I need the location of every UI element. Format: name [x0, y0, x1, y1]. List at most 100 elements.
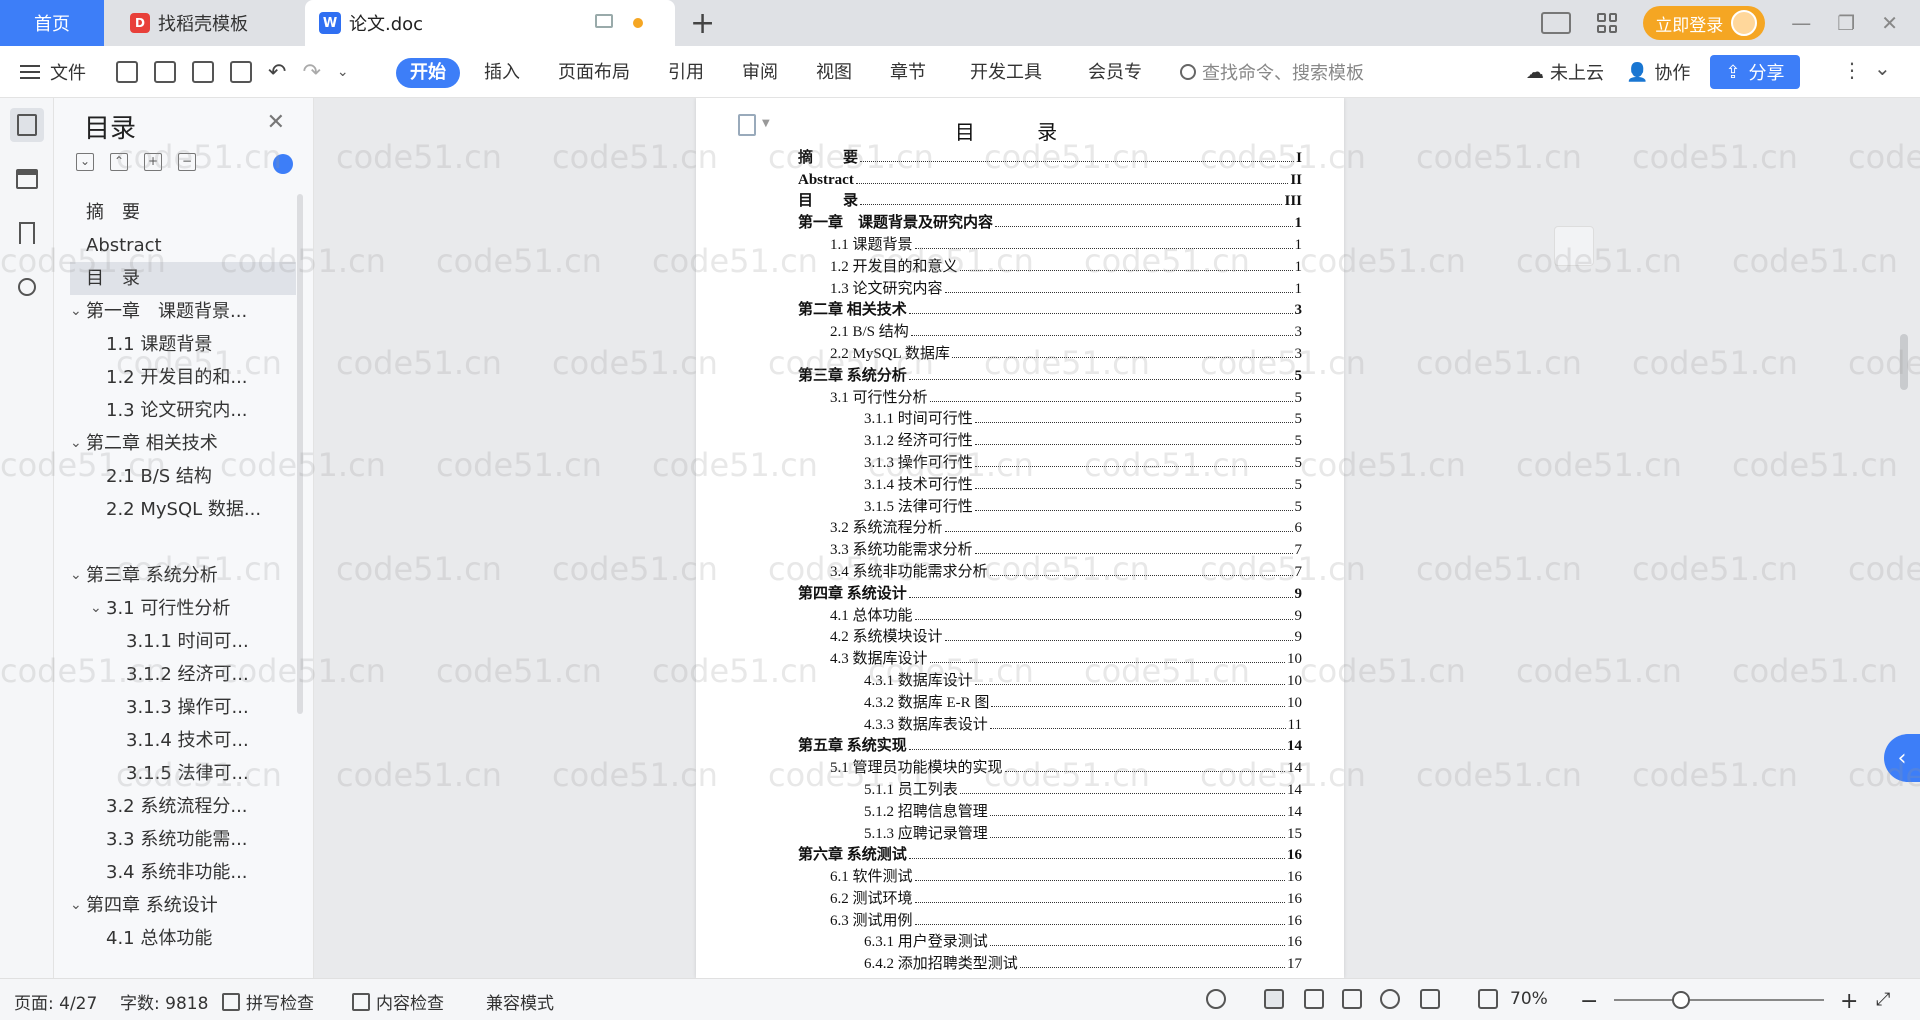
tab-template-store[interactable]: D 找稻壳模板: [110, 0, 300, 46]
nav-rail-button[interactable]: [10, 162, 44, 196]
doc-toc-entry[interactable]: 3.1.1 时间可行性 5: [798, 407, 1302, 429]
zoom-slider[interactable]: [1614, 999, 1824, 1001]
doc-toc-entry[interactable]: 摘 要I: [798, 145, 1302, 167]
toc-item[interactable]: 1.3 论文研究内...: [70, 394, 296, 427]
toc-item[interactable]: 摘 要: [70, 196, 296, 229]
command-search[interactable]: 查找命令、搜索模板: [1180, 58, 1364, 86]
toc-item[interactable]: ⌄ 第二章 相关技术: [70, 427, 296, 460]
doc-toc-entry[interactable]: 6.4.2 添加招聘类型测试 17: [798, 951, 1302, 973]
doc-toc-entry[interactable]: 4.3.2 数据库 E-R 图 10: [798, 690, 1302, 712]
doc-toc-entry[interactable]: 第五章 系统实现 14: [798, 734, 1302, 756]
restore-icon[interactable]: ❐: [1837, 11, 1855, 35]
more-chevron-icon[interactable]: ⌄: [337, 64, 349, 80]
doc-toc-entry[interactable]: 2.2 MySQL 数据库 3: [798, 341, 1302, 363]
toc-item[interactable]: 1.1 课题背景: [70, 328, 296, 361]
doc-toc-entry[interactable]: 5.1.1 员工列表 14: [798, 777, 1302, 799]
close-icon[interactable]: ✕: [1881, 11, 1898, 35]
tab-insert[interactable]: 插入: [484, 58, 520, 88]
export-pdf-icon[interactable]: [154, 61, 176, 83]
doc-toc-entry[interactable]: 第三章 系统分析 5: [798, 363, 1302, 385]
doc-toc-entry[interactable]: 6.3.1 用户登录测试 16: [798, 930, 1302, 952]
page-indicator[interactable]: 页面: 4/27: [14, 989, 97, 1014]
doc-toc-entry[interactable]: 2.1 B/S 结构 3: [798, 319, 1302, 341]
doc-toc-entry[interactable]: 3.1.5 法律可行性 5: [798, 494, 1302, 516]
toc-item[interactable]: ⌄ 第一章 课题背景...: [70, 295, 296, 328]
zoom-slider-knob[interactable]: [1672, 991, 1690, 1009]
chevron-down-icon[interactable]: ⌄: [70, 295, 82, 328]
toc-toggle-icon[interactable]: [273, 154, 293, 174]
tab-home-ribbon[interactable]: 开始: [396, 58, 460, 88]
doc-toc-entry[interactable]: 4.3 数据库设计 10: [798, 646, 1302, 668]
close-icon[interactable]: ✕: [267, 110, 285, 135]
collapse-ribbon-icon[interactable]: ⌄: [1874, 56, 1891, 80]
doc-toc-entry[interactable]: 3.1.4 技术可行性 5: [798, 472, 1302, 494]
new-tab-button[interactable]: +: [690, 6, 715, 41]
doc-toc-entry[interactable]: 5.1.3 应聘记录管理 15: [798, 821, 1302, 843]
tab-chapter[interactable]: 章节: [890, 58, 926, 88]
doc-toc-entry[interactable]: 3.3 系统功能需求分析 7: [798, 537, 1302, 559]
toc-item[interactable]: 3.1.2 经济可...: [70, 658, 296, 691]
zoom-out-icon[interactable]: −: [1580, 989, 1598, 1014]
doc-toc-entry[interactable]: 3.4 系统非功能需求分析 7: [798, 559, 1302, 581]
toc-item[interactable]: 2.2 MySQL 数据...: [70, 493, 296, 526]
fullscreen-icon[interactable]: ⤢: [1876, 989, 1890, 1010]
collab-button[interactable]: 👤 协作: [1626, 46, 1690, 98]
doc-toc-entry[interactable]: 第一章 课题背景及研究内容 1: [798, 210, 1302, 232]
toc-item[interactable]: 3.1.5 法律可...: [70, 757, 296, 790]
outline-view-icon[interactable]: [1304, 989, 1324, 1009]
toc-item[interactable]: 3.1.4 技术可...: [70, 724, 296, 757]
more-vertical-icon[interactable]: ⋮: [1842, 58, 1862, 82]
zoom-in-icon[interactable]: +: [1840, 989, 1858, 1014]
page-tab-icon[interactable]: [1554, 226, 1594, 266]
doc-toc-entry[interactable]: 3.1.2 经济可行性 5: [798, 428, 1302, 450]
minimize-icon[interactable]: —: [1791, 11, 1811, 35]
doc-toc-entry[interactable]: 第六章 系统测试 16: [798, 843, 1302, 865]
chevron-down-icon[interactable]: ⌄: [90, 592, 102, 625]
cloud-status[interactable]: ☁ 未上云: [1526, 46, 1604, 98]
toc-rail-button[interactable]: [10, 108, 44, 142]
word-count[interactable]: 字数: 9818: [120, 989, 208, 1014]
layout-icon[interactable]: [1541, 12, 1572, 34]
doc-toc-entry[interactable]: 第四章 系统设计 9: [798, 581, 1302, 603]
print-preview-icon[interactable]: [230, 61, 252, 83]
search-rail-button[interactable]: [10, 270, 44, 304]
toc-item[interactable]: 3.4 系统非功能...: [70, 856, 296, 889]
doc-toc-entry[interactable]: 4.3.3 数据库表设计 11: [798, 712, 1302, 734]
eye-protection-icon[interactable]: [1206, 989, 1226, 1009]
toc-item[interactable]: 3.1.1 时间可...: [70, 625, 296, 658]
print-icon[interactable]: [192, 61, 214, 83]
share-button[interactable]: ⇪ 分享: [1710, 55, 1800, 89]
side-expand-button[interactable]: ‹: [1884, 734, 1920, 782]
remove-heading-icon[interactable]: −: [178, 153, 196, 171]
vertical-scrollbar[interactable]: [1900, 334, 1908, 390]
toc-item[interactable]: ⌄ 第四章 系统设计: [70, 889, 296, 922]
doc-toc-entry[interactable]: 6.1 软件测试 16: [798, 864, 1302, 886]
tab-references[interactable]: 引用: [668, 58, 704, 88]
pen-icon[interactable]: [1420, 989, 1440, 1009]
doc-toc-entry[interactable]: 1.1 课题背景 1: [798, 232, 1302, 254]
apps-grid-icon[interactable]: [1597, 13, 1618, 33]
file-menu-button[interactable]: 文件: [20, 46, 86, 98]
doc-toc-entry[interactable]: 1.3 论文研究内容 1: [798, 276, 1302, 298]
zoom-level[interactable]: 70%: [1510, 989, 1548, 1009]
collapse-all-icon[interactable]: ⌃: [110, 153, 128, 171]
spell-check-button[interactable]: 拼写检查: [222, 989, 314, 1014]
doc-toc-entry[interactable]: 3.1.3 操作可行性 5: [798, 450, 1302, 472]
tab-developer[interactable]: 开发工具: [970, 58, 1042, 88]
toc-item[interactable]: 2.1 B/S 结构: [70, 460, 296, 493]
doc-toc-entry[interactable]: 6.2 测试环境 16: [798, 886, 1302, 908]
doc-toc-entry[interactable]: 3.1 可行性分析 5: [798, 385, 1302, 407]
tab-page-layout[interactable]: 页面布局: [558, 58, 630, 88]
chevron-down-icon[interactable]: ⌄: [70, 559, 82, 592]
doc-toc-entry[interactable]: 目 录 III: [798, 189, 1302, 211]
doc-toc-entry[interactable]: Abstract II: [798, 167, 1302, 189]
doc-toc-entry[interactable]: 1.2 开发目的和意义 1: [798, 254, 1302, 276]
doc-toc-entry[interactable]: 5.1 管理员功能模块的实现 14: [798, 755, 1302, 777]
toc-item[interactable]: 1.2 开发目的和...: [70, 361, 296, 394]
doc-toc-entry[interactable]: 4.3.1 数据库设计 10: [798, 668, 1302, 690]
doc-toc-entry[interactable]: 第二章 相关技术 3: [798, 298, 1302, 320]
doc-toc-entry[interactable]: 5.1.2 招聘信息管理 14: [798, 799, 1302, 821]
doc-toc-entry[interactable]: 3.2 系统流程分析 6: [798, 516, 1302, 538]
doc-toc-entry[interactable]: 4.1 总体功能 9: [798, 603, 1302, 625]
web-view-icon[interactable]: [1380, 989, 1400, 1009]
